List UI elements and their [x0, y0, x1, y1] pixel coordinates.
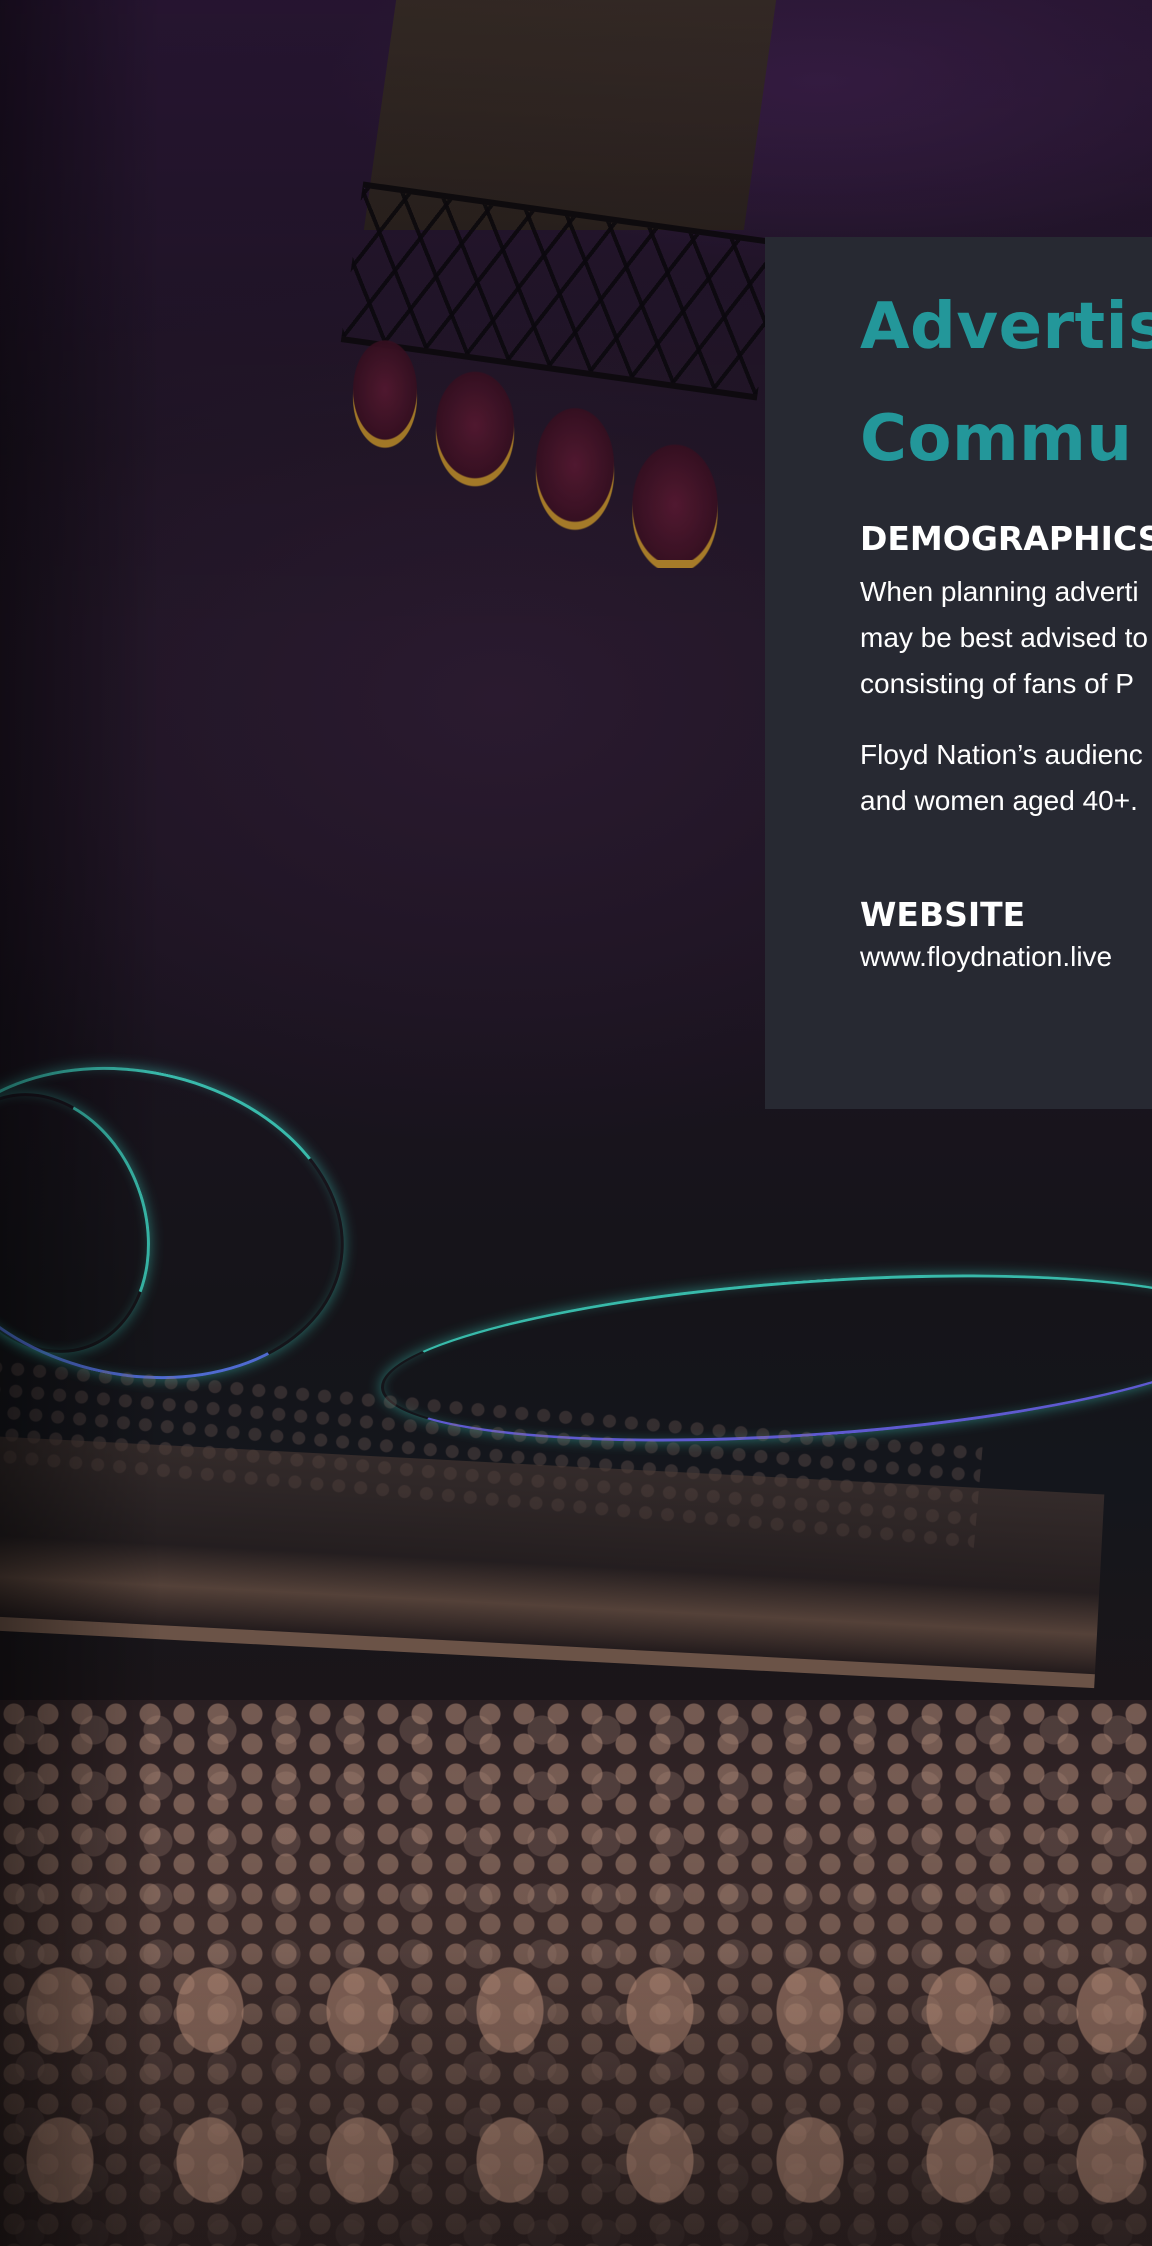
demographics-p1-line-1: When planning adverti	[860, 576, 1139, 607]
demographics-p2-line-1: Floyd Nation’s audienc	[860, 739, 1143, 770]
demographics-p2-line-2: and women aged 40+.	[860, 785, 1138, 816]
demographics-paragraph-2: Floyd Nation’s audienc and women aged 40…	[860, 732, 1152, 824]
card-title-line-2: Commu	[860, 402, 1133, 476]
website-link[interactable]: www.floydnation.live	[860, 935, 1152, 979]
card-title: Advertis Commu	[860, 252, 1152, 514]
demographics-p1-line-3: consisting of fans of P	[860, 668, 1134, 699]
page: Advertis Commu DEMOGRAPHICS When plannin…	[0, 0, 1152, 2246]
demographics-paragraph-1: When planning adverti may be best advise…	[860, 569, 1152, 707]
demographics-heading: DEMOGRAPHICS	[860, 519, 1152, 558]
advertising-info-card: Advertis Commu DEMOGRAPHICS When plannin…	[765, 237, 1152, 1109]
demographics-p1-line-2: may be best advised to	[860, 622, 1148, 653]
website-heading: WEBSITE	[860, 895, 1026, 934]
